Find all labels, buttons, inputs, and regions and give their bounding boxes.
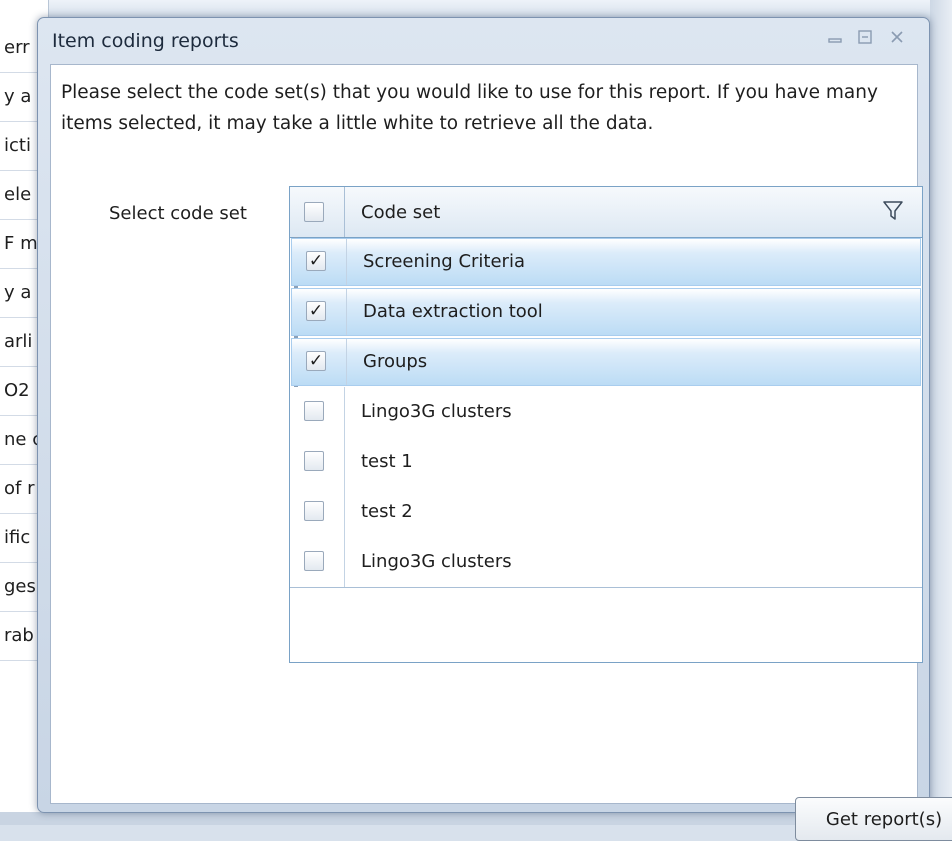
code-set-checkbox[interactable]: ✓ [306,251,326,271]
select-code-set-label: Select code set [109,203,247,224]
code-set-row[interactable]: test 1 [290,437,922,488]
column-separator [344,487,345,537]
code-set-name: test 2 [361,501,413,522]
close-icon[interactable] [884,28,910,52]
maximize-icon[interactable] [852,28,878,52]
code-set-row[interactable]: Lingo3G clusters [290,537,922,588]
dialog-titlebar[interactable]: Item coding reports [38,18,929,64]
background-toolbar [0,0,952,18]
code-set-name: test 1 [361,451,413,472]
code-set-name: Groups [363,351,428,372]
code-set-checkbox[interactable] [304,501,324,521]
code-set-row[interactable]: ✓ Groups [291,338,921,386]
dialog-title: Item coding reports [52,30,239,52]
code-set-checkbox[interactable] [304,551,324,571]
code-set-row[interactable]: ✓ Screening Criteria [291,238,921,286]
item-coding-reports-dialog: Item coding reports Please select the co… [37,17,952,841]
code-set-name: Lingo3G clusters [361,401,512,422]
dialog-description: Please select the code set(s) that you w… [61,82,878,134]
code-set-checkbox[interactable]: ✓ [306,351,326,371]
select-all-checkbox[interactable] [304,202,324,222]
code-set-name: Screening Criteria [363,251,525,272]
code-set-checkbox[interactable] [304,451,324,471]
code-set-name: Data extraction tool [363,301,543,322]
column-separator [344,537,345,587]
column-separator [346,339,347,385]
code-set-column-header[interactable]: Code set [361,202,440,223]
code-set-checkbox[interactable]: ✓ [306,301,326,321]
code-set-grid: Code set ✓ Screening Criteria ✓ Data extrac… [289,186,923,663]
filter-icon[interactable] [882,199,904,223]
code-set-row[interactable]: ✓ Data extraction tool [291,288,921,336]
column-separator [346,289,347,335]
column-separator [344,387,345,437]
column-separator [344,187,345,237]
code-set-checkbox[interactable] [304,401,324,421]
code-set-name: Lingo3G clusters [361,551,512,572]
minimize-icon[interactable] [822,28,848,52]
background-panel [930,0,952,825]
get-reports-button[interactable]: Get report(s) [795,797,952,841]
code-set-row[interactable]: Lingo3G clusters [290,387,922,438]
column-separator [344,437,345,487]
dialog-content: Please select the code set(s) that you w… [50,64,952,841]
column-separator [346,239,347,285]
code-set-row[interactable]: test 2 [290,487,922,538]
grid-header: Code set [290,187,922,238]
